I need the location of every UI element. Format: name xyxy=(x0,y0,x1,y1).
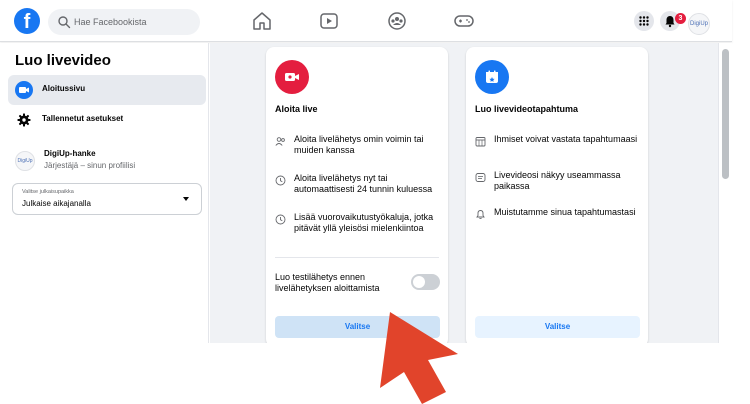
live-event-select-button[interactable]: Valitse xyxy=(475,316,640,338)
sidebar-item-label: Tallennetut asetukset xyxy=(42,114,124,123)
avatar: DigiUp xyxy=(15,151,35,171)
test-broadcast-row: Luo testilähetys ennen livelähetyksen al… xyxy=(275,270,441,296)
profile-avatar[interactable]: DigiUp xyxy=(688,13,710,35)
toggle-label: Luo testilähetys ennen livelähetyksen al… xyxy=(275,272,380,293)
sidebar-item-saved-settings[interactable]: Tallennetut asetukset xyxy=(8,105,206,135)
scrollbar[interactable] xyxy=(718,43,732,343)
select-value: Julkaise aikajanalla xyxy=(22,199,91,208)
camera-live-icon xyxy=(275,60,309,94)
sidebar-item-home[interactable]: Aloitussivu xyxy=(8,75,206,105)
home-icon[interactable] xyxy=(251,10,273,32)
dropdown-arrow-icon xyxy=(183,197,189,201)
facebook-logo[interactable]: f xyxy=(14,8,40,34)
notifications-badge: 3 xyxy=(675,13,686,24)
search-input[interactable] xyxy=(74,13,194,31)
feature-text: Lisää vuorovaikutustyökaluja, jotka pitä… xyxy=(294,212,434,233)
app-frame: f Hae Facebookista 3 DigiUp Luo livevide… xyxy=(0,0,750,404)
calendar-icon xyxy=(475,60,509,94)
test-broadcast-toggle[interactable] xyxy=(411,274,440,290)
search-box[interactable] xyxy=(48,9,200,35)
groups-icon[interactable] xyxy=(386,10,408,32)
toggle-knob xyxy=(413,276,425,288)
card-title: Luo livevideotapahtuma xyxy=(475,104,579,114)
left-sidebar: Luo livevideo Aloitussivu Tallennetut as… xyxy=(0,43,209,343)
post-location-select[interactable]: Valitse julkaisupaikka Julkaise aikajana… xyxy=(12,183,202,215)
watch-icon[interactable] xyxy=(318,10,340,32)
gaming-icon[interactable] xyxy=(453,10,475,32)
feature-text: Muistutamme sinua tapahtumastasi xyxy=(494,207,636,217)
divider xyxy=(275,257,439,258)
scrollbar-thumb[interactable] xyxy=(722,49,729,179)
pointer-arrow-icon xyxy=(380,312,458,404)
card-title: Aloita live xyxy=(275,104,318,114)
go-live-card[interactable]: Aloita live Aloita livelähetys omin voim… xyxy=(266,47,448,343)
profile-subtitle: Järjestäjä – sinun profiilisi xyxy=(44,161,136,170)
calendar-grid-icon xyxy=(475,137,486,147)
search-icon xyxy=(58,16,71,29)
clock-icon xyxy=(275,175,286,186)
bell-outline-icon xyxy=(476,210,485,220)
grid-menu-icon xyxy=(639,16,649,26)
feature-text: Aloita livelähetys nyt tai automaattises… xyxy=(294,173,433,194)
main-content: Aloita live Aloita livelähetys omin voim… xyxy=(210,43,718,343)
live-event-card[interactable]: Luo livevideotapahtuma Ihmiset voivat va… xyxy=(466,47,648,343)
select-label: Valitse julkaisupaikka xyxy=(22,189,74,195)
message-icon xyxy=(475,173,486,182)
profile-name: DigiUp-hanke xyxy=(44,149,96,158)
top-navigation-bar: f Hae Facebookista 3 DigiUp xyxy=(0,0,732,42)
menu-button[interactable] xyxy=(634,11,654,31)
clock-icon xyxy=(275,214,286,225)
people-icon xyxy=(275,137,285,146)
organizer-profile[interactable]: DigiUp DigiUp-hanke Järjestäjä – sinun p… xyxy=(8,143,206,179)
live-video-icon xyxy=(15,81,33,99)
feature-text: Livevideosi näkyy useammassa paikassa xyxy=(494,170,621,191)
page-title: Luo livevideo xyxy=(15,52,111,69)
gear-icon xyxy=(15,111,33,129)
feature-text: Ihmiset voivat vastata tapahtumaasi xyxy=(494,134,638,144)
sidebar-item-label: Aloitussivu xyxy=(42,84,86,93)
feature-text: Aloita livelähetys omin voimin tai muide… xyxy=(294,134,424,155)
